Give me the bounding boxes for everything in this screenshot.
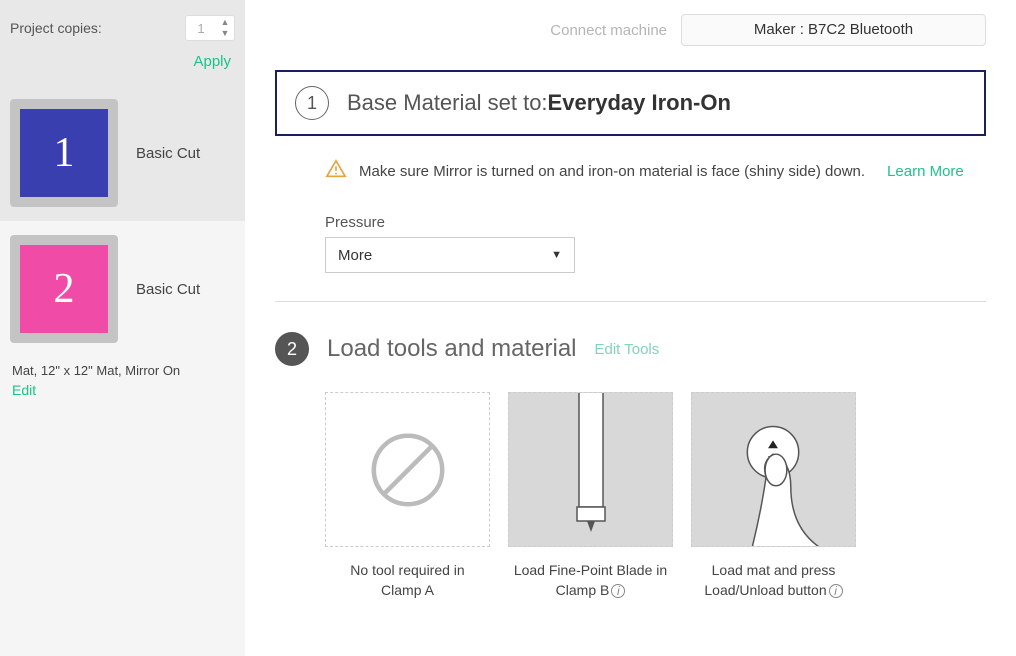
project-copies-input[interactable] xyxy=(186,21,216,36)
no-tool-icon xyxy=(325,392,490,547)
project-copies-stepper[interactable]: ▲ ▼ xyxy=(185,15,235,41)
step-1-box: 1 Base Material set to:Everyday Iron-On xyxy=(275,70,986,136)
connect-machine-label: Connect machine xyxy=(550,22,667,39)
step-2-number: 2 xyxy=(275,332,309,366)
mat-info-text: Mat, 12" x 12" Mat, Mirror On xyxy=(12,363,233,378)
mat-number: 2 xyxy=(54,265,75,313)
edit-tools-link[interactable]: Edit Tools xyxy=(595,341,660,358)
warning-text: Make sure Mirror is turned on and iron-o… xyxy=(359,163,865,180)
step-2-title: Load tools and material xyxy=(327,335,577,363)
step-1-title-prefix: Base Material set to: xyxy=(347,90,548,115)
machine-selector[interactable]: Maker : B7C2 Bluetooth xyxy=(681,14,986,46)
step-1-number: 1 xyxy=(295,86,329,120)
pressure-label: Pressure xyxy=(325,214,986,231)
tool-caption: Load Fine-Point Blade in Clamp Bi xyxy=(508,561,673,600)
tool-caption: Load mat and press Load/Unload buttoni xyxy=(691,561,856,600)
warning-icon xyxy=(325,158,347,184)
tools-row: No tool required in Clamp A Load Fine-Po… xyxy=(275,392,986,600)
stepper-down-icon[interactable]: ▼ xyxy=(216,28,234,39)
info-icon[interactable]: i xyxy=(611,584,625,598)
mat-label: Basic Cut xyxy=(136,281,200,298)
tool-caption: No tool required in Clamp A xyxy=(325,561,490,600)
mat-info: Mat, 12" x 12" Mat, Mirror On Edit xyxy=(0,357,245,408)
warning-row: Make sure Mirror is turned on and iron-o… xyxy=(275,158,986,184)
chevron-down-icon: ▼ xyxy=(551,249,562,261)
pressure-select[interactable]: More ▼ xyxy=(325,237,575,273)
main-panel: Connect machine Maker : B7C2 Bluetooth 1… xyxy=(245,0,1016,656)
apply-row: Apply xyxy=(0,49,245,85)
topbar: Connect machine Maker : B7C2 Bluetooth xyxy=(275,0,986,70)
step-1-title: Base Material set to:Everyday Iron-On xyxy=(347,90,731,116)
project-copies-label: Project copies: xyxy=(10,20,102,36)
blade-icon xyxy=(508,392,673,547)
mat-item-2[interactable]: ◆◆ 2 Basic Cut xyxy=(0,221,245,357)
pressure-value: More xyxy=(338,247,372,264)
learn-more-link[interactable]: Learn More xyxy=(887,163,964,180)
project-copies-row: Project copies: ▲ ▼ xyxy=(0,0,245,49)
apply-button[interactable]: Apply xyxy=(193,53,231,70)
tool-card-load-mat: Load mat and press Load/Unload buttoni xyxy=(691,392,856,600)
step-1-material: Everyday Iron-On xyxy=(548,90,731,115)
step-2-header: 2 Load tools and material Edit Tools xyxy=(275,332,986,366)
mat-number: 1 xyxy=(54,129,75,177)
tool-card-clamp-a: No tool required in Clamp A xyxy=(325,392,490,600)
mat-thumbnail-1: ◆◆ 1 xyxy=(10,99,118,207)
tool-card-clamp-b: Load Fine-Point Blade in Clamp Bi xyxy=(508,392,673,600)
sidebar: Project copies: ▲ ▼ Apply ◆◆ 1 Basic Cut… xyxy=(0,0,245,656)
pressure-section: Pressure More ▼ xyxy=(275,214,986,273)
info-icon[interactable]: i xyxy=(829,584,843,598)
mat-item-1[interactable]: ◆◆ 1 Basic Cut xyxy=(0,85,245,221)
load-button-icon xyxy=(691,392,856,547)
mat-thumbnail-2: ◆◆ 2 xyxy=(10,235,118,343)
stepper-up-icon[interactable]: ▲ xyxy=(216,17,234,28)
divider xyxy=(275,301,986,302)
edit-mat-link[interactable]: Edit xyxy=(12,382,233,398)
mat-label: Basic Cut xyxy=(136,145,200,162)
